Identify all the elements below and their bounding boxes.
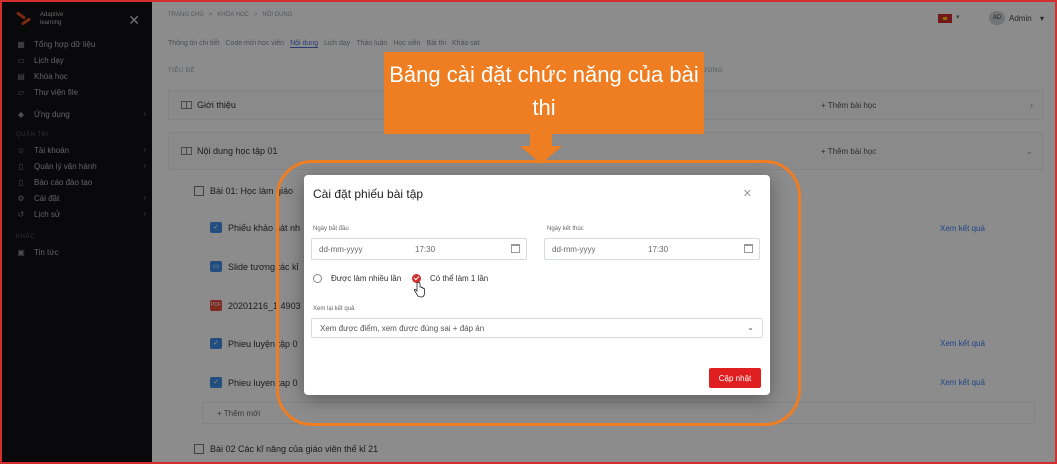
highlight-ring — [276, 160, 801, 426]
arrow-down-icon — [520, 134, 562, 164]
annotation-text: Bảng cài đặt chức năng của bài thi — [389, 62, 699, 120]
app-window: Adaptive learning ✕ ▦ Tổng hợp dữ liệu ▭… — [0, 0, 1057, 464]
